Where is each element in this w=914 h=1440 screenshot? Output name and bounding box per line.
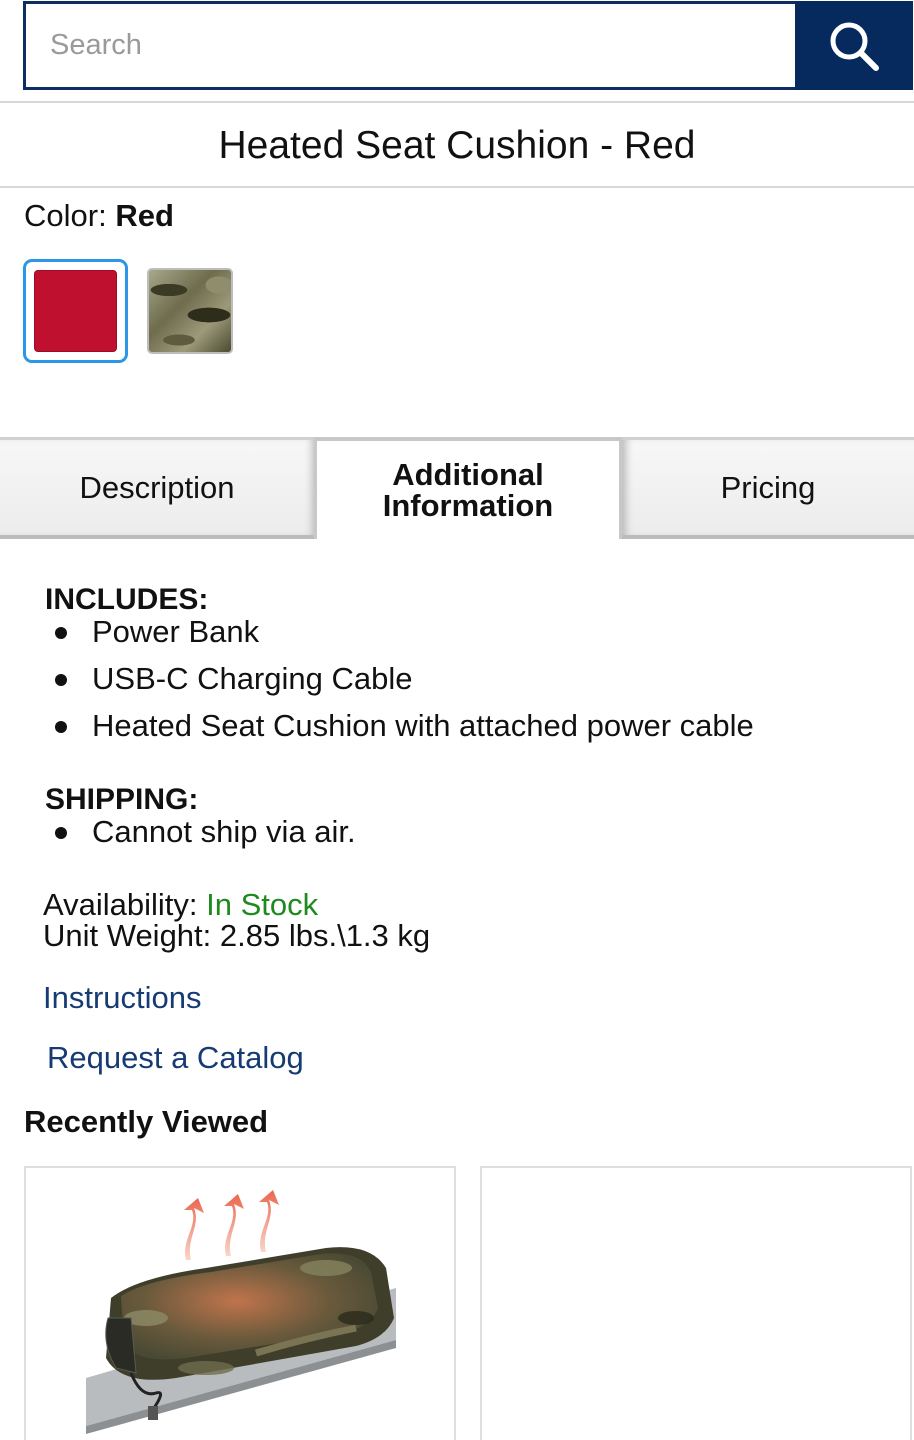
- tab-pricing[interactable]: Pricing: [622, 437, 914, 539]
- tab-additional-information[interactable]: Additional Information: [314, 437, 622, 539]
- list-item: Power Bank: [55, 616, 754, 663]
- tab-description[interactable]: Description: [0, 437, 314, 539]
- search-input[interactable]: [23, 1, 795, 90]
- heated-seat-cushion-image: [86, 1190, 396, 1434]
- availability-line: Availability: In Stock: [43, 889, 430, 920]
- tab-additional-information-label: Additional Information: [382, 457, 554, 523]
- list-item: Cannot ship via air.: [55, 816, 356, 863]
- page-title: Heated Seat Cushion - Red: [218, 124, 696, 167]
- divider: [0, 101, 914, 103]
- recently-viewed-title: Recently Viewed: [24, 1104, 269, 1139]
- swatch-red-fill: [34, 270, 117, 352]
- list-item: Heated Seat Cushion with attached power …: [55, 710, 754, 757]
- search-button[interactable]: [795, 1, 913, 90]
- instructions-link[interactable]: Instructions: [43, 980, 202, 1016]
- includes-list: Power Bank USB-C Charging Cable Heated S…: [55, 616, 754, 757]
- swatch-red[interactable]: [23, 259, 128, 363]
- shipping-list: Cannot ship via air.: [55, 816, 356, 863]
- color-label-text: Color:: [24, 198, 107, 233]
- recently-viewed-card[interactable]: [480, 1166, 912, 1440]
- unit-weight: Unit Weight: 2.85 lbs.\1.3 kg: [43, 918, 431, 953]
- availability-status: In Stock: [206, 887, 319, 922]
- shipping-heading: SHIPPING:: [45, 783, 199, 816]
- swatch-camo[interactable]: [147, 268, 233, 354]
- availability-block: Availability: In Stock Unit Weight: 2.85…: [43, 889, 430, 951]
- includes-heading: INCLUDES:: [45, 583, 209, 616]
- tab-description-label: Description: [79, 469, 235, 505]
- tab-pricing-label: Pricing: [720, 469, 816, 505]
- recently-viewed-card[interactable]: [24, 1166, 456, 1440]
- availability-label: Availability:: [43, 887, 198, 922]
- search-icon: [830, 22, 879, 71]
- divider: [0, 186, 914, 188]
- product-tabs: Description Additional Information Prici…: [0, 437, 914, 539]
- color-value: Red: [115, 198, 174, 233]
- search-bar: [23, 1, 913, 90]
- list-item: USB-C Charging Cable: [55, 663, 754, 710]
- request-catalog-link[interactable]: Request a Catalog: [47, 1040, 304, 1076]
- color-label: Color: Red: [24, 198, 174, 234]
